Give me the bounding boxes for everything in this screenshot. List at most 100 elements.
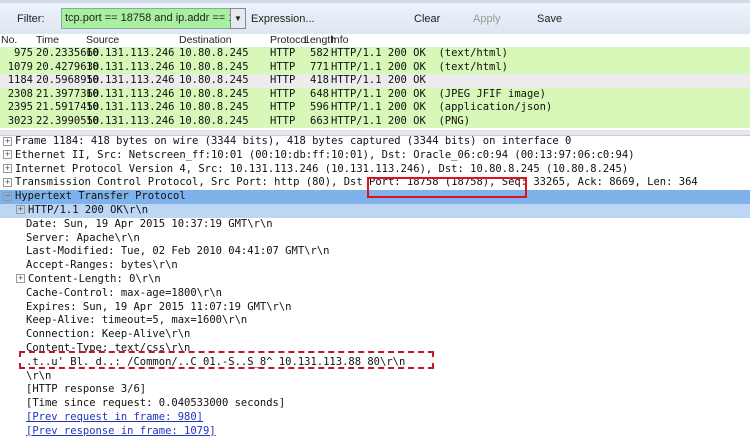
expand-icon[interactable]: + [3, 164, 12, 174]
packet-len: 648 [310, 87, 329, 100]
packet-no: 2308 [7, 87, 33, 100]
detail-line[interactable]: [Time since request: 0.040533000 seconds… [0, 397, 750, 411]
detail-text: Content-Length: 0\r\n [28, 272, 161, 285]
detail-line[interactable]: Expires: Sun, 19 Apr 2015 11:07:19 GMT\r… [0, 301, 750, 315]
filter-dropdown-button[interactable]: ▼ [230, 8, 246, 29]
detail-line[interactable]: Accept-Ranges: bytes\r\n [0, 259, 750, 273]
column-info[interactable]: Info [331, 34, 349, 46]
packet-info: HTTP/1.1 200 OK (PNG) [331, 114, 471, 127]
detail-line[interactable]: [Prev request in frame: 980] [0, 411, 750, 425]
packet-proto: HTTP [270, 87, 296, 100]
save-button[interactable]: Save [537, 13, 562, 25]
packet-len: 771 [310, 60, 329, 73]
detail-line[interactable]: Keep-Alive: timeout=5, max=1600\r\n [0, 314, 750, 328]
column-time[interactable]: Time [36, 34, 59, 46]
detail-line[interactable]: + Content-Length: 0\r\n [0, 273, 750, 287]
packet-dst: 10.80.8.245 [179, 47, 249, 59]
detail-text: Internet Protocol Version 4, Src: 10.131… [15, 162, 629, 175]
packet-info: HTTP/1.1 200 OK [331, 74, 426, 86]
packet-src: 10.131.113.246 [86, 74, 175, 86]
packet-dst: 10.80.8.245 [179, 74, 249, 86]
detail-line[interactable]: + Internet Protocol Version 4, Src: 10.13… [0, 163, 750, 177]
packet-row[interactable]: 2395 21.5917450 10.131.113.246 10.80.8.245 H… [0, 101, 750, 115]
packet-no: 1184 [7, 74, 33, 86]
packet-src: 10.131.113.246 [86, 60, 175, 73]
packet-dst: 10.80.8.245 [179, 60, 249, 73]
detail-line[interactable]: + Ethernet II, Src: Netscreen_ff:10:01 (0… [0, 149, 750, 163]
detail-text: Accept-Ranges: bytes\r\n [26, 259, 178, 272]
column-no[interactable]: No. [1, 34, 17, 46]
detail-text: Ethernet II, Src: Netscreen_ff:10:01 (00… [15, 148, 635, 161]
detail-line[interactable]: [HTTP response 3/6] [0, 383, 750, 397]
detail-text: Connection: Keep-Alive\r\n [26, 328, 191, 341]
packet-src: 10.131.113.246 [86, 87, 175, 100]
detail-text: Frame 1184: 418 bytes on wire (3344 bits… [15, 135, 572, 147]
packet-row[interactable]: 1184 20.5968950 10.131.113.246 10.80.8.245 H… [0, 74, 750, 88]
detail-text: [Time since request: 0.040533000 seconds… [26, 397, 286, 410]
detail-line[interactable]: + Frame 1184: 418 bytes on wire (3344 bit… [0, 135, 750, 149]
packet-src: 10.131.113.246 [86, 101, 175, 113]
column-source[interactable]: Source [86, 34, 119, 46]
packet-proto: HTTP [270, 114, 296, 127]
expand-icon[interactable]: + [16, 274, 25, 284]
expression-button[interactable]: Expression... [251, 13, 315, 25]
packet-dst: 10.80.8.245 [179, 114, 249, 127]
highlight-box-obscured-header [19, 351, 434, 369]
detail-line[interactable]: \r\n [0, 370, 750, 384]
detail-line[interactable]: Connection: Keep-Alive\r\n [0, 328, 750, 342]
packet-dst: 10.80.8.245 [179, 101, 249, 113]
detail-line[interactable]: Cache-Control: max-age=1800\r\n [0, 287, 750, 301]
detail-text[interactable]: [Prev response in frame: 1079] [26, 425, 216, 437]
packet-info: HTTP/1.1 200 OK (JPEG JFIF image) [331, 87, 546, 100]
packet-proto: HTTP [270, 74, 296, 86]
packet-len: 582 [310, 47, 329, 59]
detail-text: Server: Apache\r\n [26, 231, 140, 244]
packet-list: 975 20.2335660 10.131.113.246 10.80.8.245 HT… [0, 47, 750, 128]
detail-text: Hypertext Transfer Protocol [15, 190, 186, 203]
detail-line[interactable]: + HTTP/1.1 200 OK\r\n [0, 203, 750, 218]
packet-row[interactable]: 2308 21.3977360 10.131.113.246 10.80.8.245 H… [0, 87, 750, 101]
expand-icon[interactable]: + [3, 150, 12, 160]
detail-line[interactable]: Last-Modified: Tue, 02 Feb 2010 04:41:07… [0, 245, 750, 259]
packet-src: 10.131.113.246 [86, 47, 175, 59]
detail-text: Cache-Control: max-age=1800\r\n [26, 286, 222, 299]
packet-info: HTTP/1.1 200 OK (text/html) [331, 47, 509, 59]
apply-button[interactable]: Apply [473, 13, 501, 25]
expand-icon[interactable]: + [3, 177, 12, 187]
filter-label: Filter: [17, 13, 45, 25]
clear-button[interactable]: Clear [414, 13, 440, 25]
detail-text: HTTP/1.1 200 OK\r\n [28, 203, 149, 216]
packet-info: HTTP/1.1 200 OK (text/html) [331, 60, 509, 73]
detail-text[interactable]: [Prev request in frame: 980] [26, 411, 203, 423]
chevron-down-icon: ▼ [234, 14, 242, 23]
detail-line[interactable]: Date: Sun, 19 Apr 2015 10:37:19 GMT\r\n [0, 218, 750, 232]
expand-icon[interactable]: + [16, 205, 25, 215]
packet-list-header: No. Time Source Destination Protocol Len… [0, 34, 750, 47]
packet-len: 418 [310, 74, 329, 86]
packet-row[interactable]: 3023 22.3990550 10.131.113.246 10.80.8.245 H… [0, 114, 750, 128]
packet-proto: HTTP [270, 47, 296, 59]
filter-input[interactable]: tcp.port == 18758 and ip.addr == 10.131.… [61, 8, 231, 29]
highlight-box-dst-port [367, 177, 527, 198]
detail-line[interactable]: [Prev response in frame: 1079] [0, 425, 750, 439]
expand-icon[interactable]: + [3, 136, 12, 146]
packet-no: 975 [14, 47, 33, 59]
packet-proto: HTTP [270, 101, 296, 113]
packet-row[interactable]: 1079 20.4279630 10.131.113.246 10.80.8.245 H… [0, 60, 750, 74]
detail-text: Keep-Alive: timeout=5, max=1600\r\n [26, 314, 248, 327]
detail-text: Expires: Sun, 19 Apr 2015 11:07:19 GMT\r… [26, 300, 292, 313]
packet-row[interactable]: 975 20.2335660 10.131.113.246 10.80.8.245 HT… [0, 47, 750, 61]
detail-text: Transmission Control Protocol, Src Port:… [15, 176, 698, 189]
column-destination[interactable]: Destination [179, 34, 232, 46]
detail-text: \r\n [26, 369, 52, 382]
packet-proto: HTTP [270, 60, 296, 73]
packet-src: 10.131.113.246 [86, 114, 175, 127]
filter-toolbar: Filter: tcp.port == 18758 and ip.addr ==… [0, 0, 750, 34]
packet-dst: 10.80.8.245 [179, 87, 249, 100]
collapse-icon[interactable]: − [3, 191, 12, 201]
detail-text: Last-Modified: Tue, 02 Feb 2010 04:41:07… [26, 245, 330, 258]
detail-line[interactable]: Server: Apache\r\n [0, 232, 750, 246]
packet-no: 3023 [7, 114, 33, 127]
detail-text: [HTTP response 3/6] [26, 383, 147, 396]
column-protocol[interactable]: Protocol [270, 34, 309, 46]
